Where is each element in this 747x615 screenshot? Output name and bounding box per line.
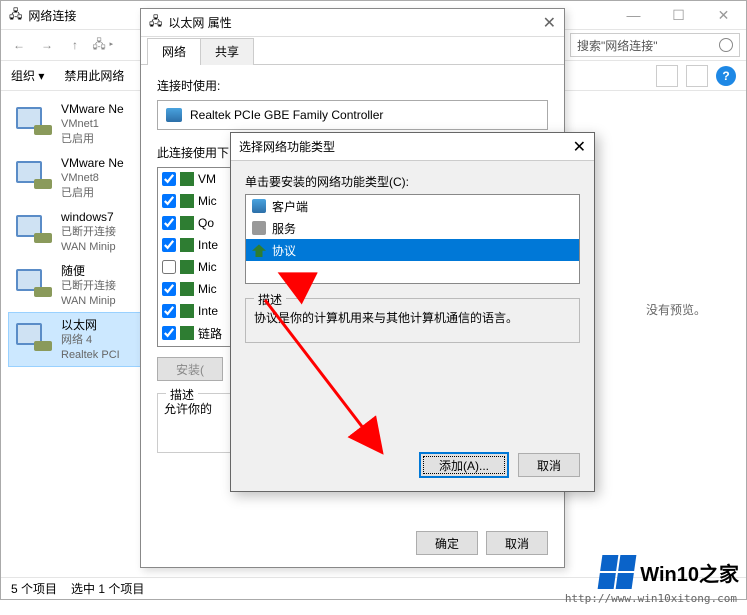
seltype-description-group: 描述 协议是你的计算机用来与其他计算机通信的语言。 [245,298,580,343]
seltype-cancel-button[interactable]: 取消 [518,453,580,477]
search-placeholder: 搜索"网络连接" [577,37,658,54]
organize-menu[interactable]: 组织 ▾ [11,67,44,84]
help-button[interactable]: ? [716,66,736,86]
feature-type-list[interactable]: 客户端服务协议 [245,194,580,284]
seltype-title: 选择网络功能类型 [239,138,335,155]
seltype-close-button[interactable]: ✕ [573,137,586,157]
component-label: 链路 [198,325,222,342]
status-count: 5 个项目 [11,580,57,597]
component-checkbox[interactable] [162,326,176,340]
add-button[interactable]: 添加(A)... [420,453,508,477]
minimize-button[interactable]: — [611,1,656,29]
tab-sharing[interactable]: 共享 [200,38,254,65]
nic-icon [13,209,53,249]
feature-type-row[interactable]: 服务 [246,217,579,239]
component-icon [180,194,194,208]
props-title: 以太网 属性 [168,14,231,31]
nic-icon [13,101,53,141]
description-title: 描述 [166,386,198,403]
component-icon [180,282,194,296]
adapter-box[interactable]: Realtek PCIe GBE Family Controller [157,100,548,130]
feature-type-label: 服务 [272,220,296,237]
window-buttons: — ☐ ✕ [611,1,746,29]
nic-icon [13,155,53,195]
feature-type-icon [252,243,266,257]
connect-using-label: 连接时使用: [157,77,548,94]
seltype-body: 单击要安装的网络功能类型(C): 客户端服务协议 描述 协议是你的计算机用来与其… [231,161,594,355]
seltype-desc-text: 协议是你的计算机用来与其他计算机通信的语言。 [254,309,571,326]
windows-logo-icon [598,555,637,589]
feature-type-row[interactable]: 客户端 [246,195,579,217]
props-cancel-button[interactable]: 取消 [486,531,548,555]
component-icon [180,260,194,274]
component-label: Inte [198,238,218,252]
feature-type-label: 协议 [272,242,296,259]
install-button[interactable]: 安装( [157,357,223,381]
component-checkbox[interactable] [162,260,176,274]
nic-icon [13,263,53,303]
component-checkbox[interactable] [162,216,176,230]
nic-icon [13,317,53,357]
watermark-url: http://www.win10xitong.com [565,592,737,605]
props-tabs: 网络 共享 [141,37,564,65]
component-checkbox[interactable] [162,194,176,208]
feature-type-icon [252,199,266,213]
feature-type-label: 客户端 [272,198,308,215]
tab-network[interactable]: 网络 [147,38,201,65]
props-icon: 🖧 [149,12,162,33]
maximize-button[interactable]: ☐ [656,1,701,29]
watermark-text: Win10之家 [640,558,739,587]
component-label: Mic [198,194,217,208]
explorer-title: 网络连接 [28,7,76,24]
feature-type-icon [252,221,266,235]
props-ok-button[interactable]: 确定 [416,531,478,555]
select-feature-type-dialog: 选择网络功能类型 ✕ 单击要安装的网络功能类型(C): 客户端服务协议 描述 协… [230,132,595,492]
status-selected: 选中 1 个项目 [71,580,144,597]
disable-device-button[interactable]: 禁用此网络 [64,67,124,84]
component-icon [180,326,194,340]
seltype-desc-title: 描述 [254,291,286,308]
up-button[interactable]: ↑ [63,33,87,57]
forward-button[interactable]: → [35,33,59,57]
preview-pane: 没有预览。 [616,301,736,318]
component-label: VM [198,172,216,186]
component-label: Inte [198,304,218,318]
component-label: Mic [198,260,217,274]
component-checkbox[interactable] [162,282,176,296]
network-icon: 🖧 [9,5,22,26]
component-icon [180,216,194,230]
component-checkbox[interactable] [162,238,176,252]
component-checkbox[interactable] [162,172,176,186]
view-button-1[interactable] [656,65,678,87]
close-button[interactable]: ✕ [701,1,746,29]
view-button-2[interactable] [686,65,708,87]
props-titlebar: 🖧 以太网 属性 ✕ [141,9,564,37]
component-icon [180,172,194,186]
component-icon [180,304,194,318]
component-label: Qo [198,216,214,230]
adapter-icon [166,108,182,122]
props-close-button[interactable]: ✕ [543,13,556,33]
search-input[interactable]: 搜索"网络连接" [570,33,740,57]
watermark-logo: Win10之家 [600,555,739,589]
feature-type-row[interactable]: 协议 [246,239,579,261]
breadcrumb-icon[interactable]: 🖧 ▸ [91,33,115,57]
adapter-name: Realtek PCIe GBE Family Controller [190,108,383,122]
back-button[interactable]: ← [7,33,31,57]
component-checkbox[interactable] [162,304,176,318]
component-label: Mic [198,282,217,296]
seltype-list-label: 单击要安装的网络功能类型(C): [245,173,580,190]
seltype-titlebar: 选择网络功能类型 ✕ [231,133,594,161]
component-icon [180,238,194,252]
